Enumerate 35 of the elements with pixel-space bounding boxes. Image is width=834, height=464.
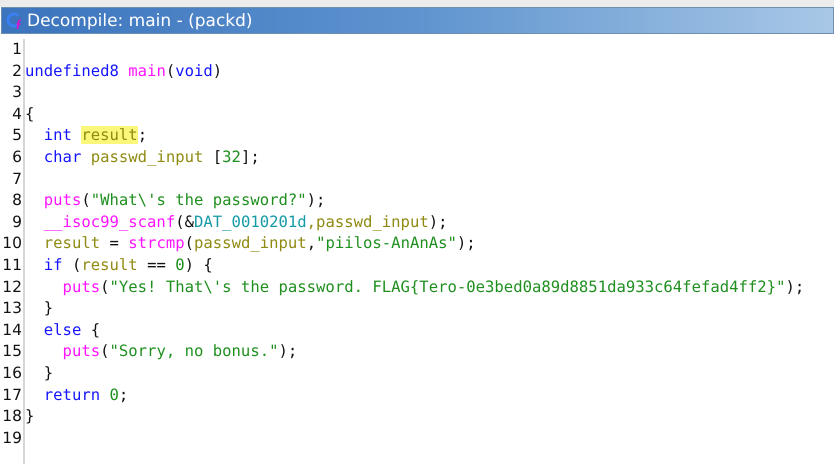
line-number: 6 — [11, 146, 22, 168]
line-number: 15 — [1, 341, 22, 362]
line-number: 17 — [1, 384, 22, 406]
line-number: 5 — [11, 125, 22, 146]
line-number: 1 — [11, 39, 22, 60]
line-number: 10 — [1, 233, 22, 254]
line-number: 3 — [11, 82, 22, 104]
line-number: 19 — [1, 428, 22, 449]
line-number: 8 — [11, 190, 22, 212]
line-number: 11 — [1, 254, 22, 276]
code-line: else { — [42, 320, 100, 339]
decompiler-icon — [6, 12, 24, 30]
line-number: 2 — [11, 60, 22, 82]
code-line: puts("Yes! That\'s the password. FLAG{Tero-0e3bed0a89d8851da933c64fefad4ff2}"); — [62, 278, 804, 296]
code-line: puts("What\'s the password?"); — [42, 191, 326, 210]
line-number: 4 — [11, 104, 22, 125]
code-line: undefined8 main(void) — [25, 62, 222, 80]
code-line: result = strcmp(passwd_input,"piilos-AnAnAs"); — [42, 234, 476, 252]
code-line: } — [42, 299, 54, 318]
code-line: __isoc99_scanf(&DAT_0010201d,passwd_input); — [42, 212, 448, 231]
code-line: } — [42, 364, 54, 382]
window-title: Decompile: main - (packd) — [27, 10, 253, 30]
line-number: 12 — [1, 276, 22, 298]
code-line: } — [25, 407, 34, 426]
line-number: 18 — [1, 406, 22, 428]
line-number: 14 — [1, 320, 22, 341]
line-number: 13 — [1, 298, 22, 320]
line-number: 7 — [11, 168, 22, 190]
code-line: char passwd_input [32]; — [42, 148, 260, 166]
line-number: 16 — [1, 362, 22, 384]
code-line: if (result == 0) { — [42, 256, 213, 274]
line-number: 9 — [11, 212, 22, 233]
code-line: { — [25, 104, 34, 123]
code-line: return 0; — [42, 386, 128, 404]
code-line: puts("Sorry, no bonus."); — [62, 342, 298, 360]
